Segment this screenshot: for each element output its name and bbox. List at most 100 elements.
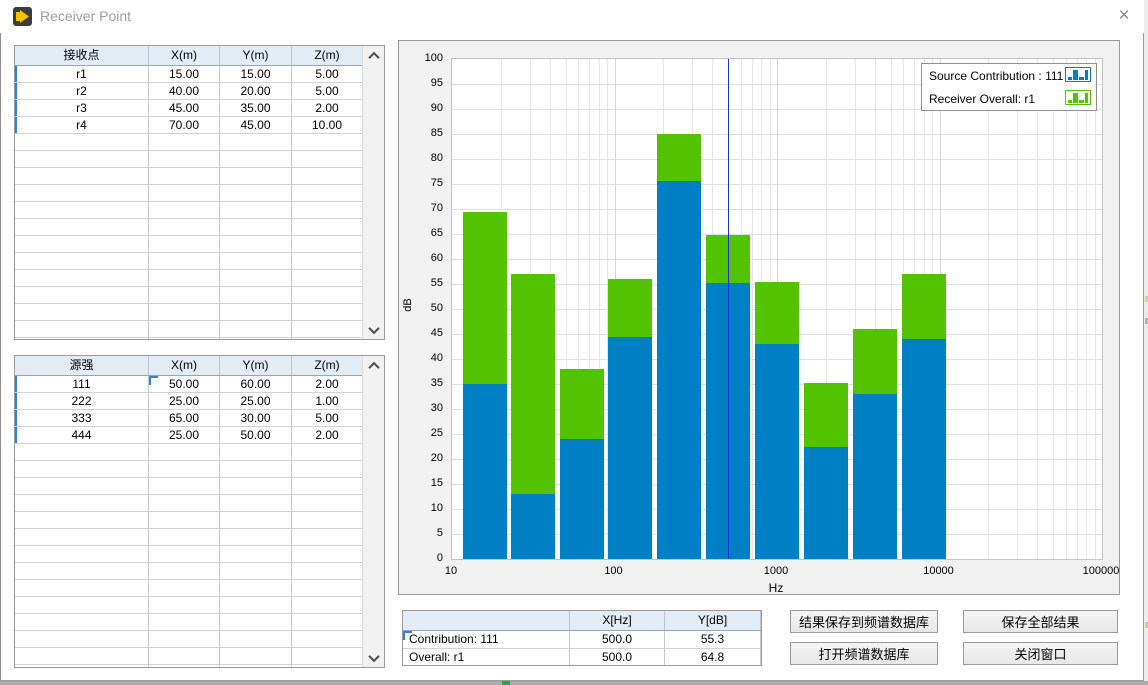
- empty-cell[interactable]: [149, 546, 220, 563]
- table-cell[interactable]: 30.00: [220, 410, 292, 427]
- empty-cell[interactable]: [220, 321, 292, 338]
- scroll-up-icon[interactable]: [363, 47, 384, 64]
- empty-cell[interactable]: [15, 185, 149, 202]
- readout-cell[interactable]: 500.0: [570, 649, 665, 666]
- empty-cell[interactable]: [149, 202, 220, 219]
- empty-cell[interactable]: [220, 168, 292, 185]
- empty-cell[interactable]: [15, 614, 149, 631]
- empty-cell[interactable]: [220, 219, 292, 236]
- empty-cell[interactable]: [292, 529, 363, 546]
- empty-cell[interactable]: [292, 338, 363, 339]
- source-table-scrollbar[interactable]: [362, 356, 384, 667]
- table-cell[interactable]: r4: [15, 117, 149, 134]
- empty-cell[interactable]: [292, 580, 363, 597]
- empty-cell[interactable]: [15, 495, 149, 512]
- empty-cell[interactable]: [149, 168, 220, 185]
- empty-cell[interactable]: [292, 665, 363, 667]
- table-cell[interactable]: 5.00: [292, 66, 363, 83]
- empty-cell[interactable]: [15, 563, 149, 580]
- table-cell[interactable]: 1.00: [292, 393, 363, 410]
- empty-cell[interactable]: [15, 546, 149, 563]
- empty-cell[interactable]: [149, 444, 220, 461]
- table-cell[interactable]: r1: [15, 66, 149, 83]
- table-cell[interactable]: 45.00: [149, 100, 220, 117]
- empty-cell[interactable]: [292, 219, 363, 236]
- empty-cell[interactable]: [149, 563, 220, 580]
- readout-cell[interactable]: 64.8: [665, 649, 761, 666]
- empty-cell[interactable]: [15, 321, 149, 338]
- empty-cell[interactable]: [220, 563, 292, 580]
- empty-cell[interactable]: [149, 461, 220, 478]
- empty-cell[interactable]: [292, 270, 363, 287]
- empty-cell[interactable]: [220, 580, 292, 597]
- empty-cell[interactable]: [220, 495, 292, 512]
- empty-cell[interactable]: [220, 444, 292, 461]
- table-cell[interactable]: 15.00: [149, 66, 220, 83]
- empty-cell[interactable]: [15, 461, 149, 478]
- empty-cell[interactable]: [15, 134, 149, 151]
- table-cell[interactable]: 15.00: [220, 66, 292, 83]
- empty-cell[interactable]: [220, 614, 292, 631]
- empty-cell[interactable]: [292, 202, 363, 219]
- readout-cell[interactable]: Contribution: 111: [403, 631, 570, 649]
- empty-cell[interactable]: [15, 338, 149, 339]
- table-cell[interactable]: 70.00: [149, 117, 220, 134]
- empty-cell[interactable]: [149, 338, 220, 339]
- empty-cell[interactable]: [220, 185, 292, 202]
- empty-cell[interactable]: [15, 529, 149, 546]
- table-cell[interactable]: r3: [15, 100, 149, 117]
- empty-cell[interactable]: [15, 597, 149, 614]
- table-cell[interactable]: 25.00: [220, 393, 292, 410]
- table-cell[interactable]: r2: [15, 83, 149, 100]
- empty-cell[interactable]: [149, 631, 220, 648]
- empty-cell[interactable]: [149, 495, 220, 512]
- empty-cell[interactable]: [220, 134, 292, 151]
- empty-cell[interactable]: [15, 478, 149, 495]
- empty-cell[interactable]: [149, 580, 220, 597]
- scroll-up-icon[interactable]: [363, 357, 384, 374]
- empty-cell[interactable]: [220, 461, 292, 478]
- table-cell[interactable]: 2.00: [292, 376, 363, 393]
- empty-cell[interactable]: [292, 304, 363, 321]
- table-cell[interactable]: 25.00: [149, 427, 220, 444]
- table-cell[interactable]: 50.00: [149, 376, 220, 393]
- save-to-spectrum-db-button[interactable]: 结果保存到频谱数据库: [790, 610, 938, 633]
- empty-cell[interactable]: [149, 665, 220, 667]
- bar-contribution[interactable]: [804, 447, 848, 559]
- chart-cursor-line[interactable]: [728, 59, 729, 559]
- empty-cell[interactable]: [292, 512, 363, 529]
- table-cell[interactable]: 111: [15, 376, 149, 393]
- empty-cell[interactable]: [15, 202, 149, 219]
- empty-cell[interactable]: [292, 168, 363, 185]
- empty-cell[interactable]: [15, 219, 149, 236]
- bar-contribution[interactable]: [657, 181, 701, 559]
- receiver-table-scrollbar[interactable]: [362, 46, 384, 339]
- empty-cell[interactable]: [15, 236, 149, 253]
- bar-contribution[interactable]: [463, 384, 507, 559]
- table-cell[interactable]: 35.00: [220, 100, 292, 117]
- table-cell[interactable]: 20.00: [220, 83, 292, 100]
- empty-cell[interactable]: [220, 270, 292, 287]
- legend-item[interactable]: Receiver Overall: r1: [922, 87, 1096, 110]
- empty-cell[interactable]: [149, 321, 220, 338]
- empty-cell[interactable]: [292, 546, 363, 563]
- empty-cell[interactable]: [220, 665, 292, 667]
- table-cell[interactable]: 333: [15, 410, 149, 427]
- empty-cell[interactable]: [292, 614, 363, 631]
- empty-cell[interactable]: [292, 631, 363, 648]
- bar-contribution[interactable]: [755, 344, 799, 559]
- empty-cell[interactable]: [292, 597, 363, 614]
- bar-contribution[interactable]: [608, 337, 652, 560]
- table-cell[interactable]: 5.00: [292, 410, 363, 427]
- empty-cell[interactable]: [292, 321, 363, 338]
- empty-cell[interactable]: [15, 151, 149, 168]
- bar-contribution[interactable]: [560, 439, 604, 559]
- table-cell[interactable]: 60.00: [220, 376, 292, 393]
- empty-cell[interactable]: [149, 648, 220, 665]
- table-cell[interactable]: 2.00: [292, 100, 363, 117]
- empty-cell[interactable]: [149, 529, 220, 546]
- empty-cell[interactable]: [292, 185, 363, 202]
- empty-cell[interactable]: [15, 512, 149, 529]
- readout-cell[interactable]: Overall: r1: [403, 649, 570, 666]
- empty-cell[interactable]: [15, 304, 149, 321]
